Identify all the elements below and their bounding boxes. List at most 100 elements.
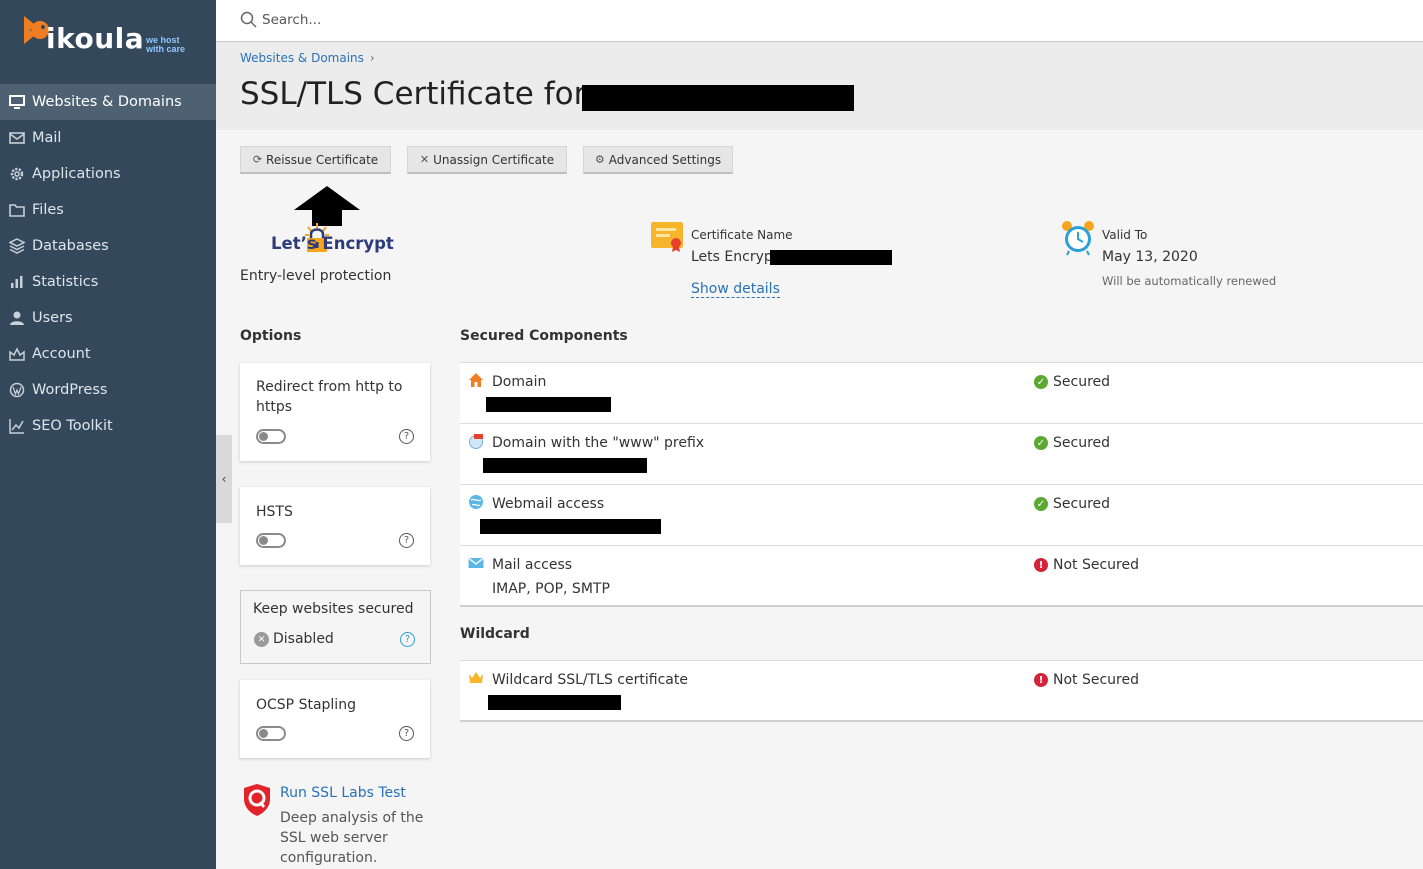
ocsp-option-card: OCSP Stapling ?: [240, 680, 430, 758]
status-badge: ✓ Secured: [1034, 435, 1110, 451]
show-details-link[interactable]: Show details: [691, 281, 780, 298]
sidebar-item-label: WordPress: [32, 382, 108, 398]
chevron-left-icon: ‹: [221, 472, 227, 486]
ocsp-toggle[interactable]: [256, 726, 286, 741]
component-label: Mail access: [492, 557, 573, 573]
search-input[interactable]: [262, 8, 762, 32]
status-badge: ✓ Secured: [1034, 496, 1110, 512]
run-ssl-labs-test-link[interactable]: Run SSL Labs Test: [280, 785, 406, 801]
redacted-value: [486, 397, 611, 412]
component-protocols: IMAP, POP, SMTP: [492, 581, 610, 597]
qualys-shield-icon: [244, 784, 270, 816]
monitor-icon: [8, 93, 26, 111]
hsts-toggle[interactable]: [256, 533, 286, 548]
status-badge: ! Not Secured: [1034, 557, 1139, 573]
sidebar-item-statistics[interactable]: Statistics: [0, 264, 216, 300]
sidebar-item-label: Files: [32, 202, 64, 218]
wordpress-icon: [8, 381, 26, 399]
status-badge: ! Not Secured: [1034, 672, 1139, 688]
logo-wordmark: ikoula: [46, 22, 145, 55]
page-header: Websites & Domains › SSL/TLS Certificate …: [216, 42, 1423, 130]
table-row: Wildcard SSL/TLS certificate ! Not Secure…: [460, 661, 1423, 722]
redirect-option-card: Redirect from http to https ?: [240, 363, 430, 461]
provider-name: Let’s Encrypt: [271, 234, 394, 253]
close-icon: ✕: [419, 153, 430, 166]
status-badge: ✓ Secured: [1034, 374, 1110, 390]
help-icon[interactable]: ?: [399, 726, 414, 741]
mail-icon: [8, 129, 26, 147]
help-icon[interactable]: ?: [399, 429, 414, 444]
database-icon: [8, 237, 26, 255]
error-circle-icon: !: [1034, 673, 1048, 687]
sidebar-nav: Websites & Domains Mail Applications Fil…: [0, 84, 216, 444]
help-icon[interactable]: ?: [400, 632, 415, 647]
sidebar-item-label: Mail: [32, 130, 62, 146]
protection-level: Entry-level protection: [240, 268, 392, 284]
redacted-certificate-name: [770, 250, 892, 265]
sidebar-item-seo-toolkit[interactable]: SEO Toolkit: [0, 408, 216, 444]
reissue-certificate-button[interactable]: ⟳ Reissue Certificate: [240, 146, 391, 174]
sidebar-item-files[interactable]: Files: [0, 192, 216, 228]
wildcard-table: Wildcard SSL/TLS certificate ! Not Secure…: [460, 660, 1423, 722]
home-icon: [469, 373, 483, 387]
redirect-toggle[interactable]: [256, 429, 286, 444]
sidebar-item-label: Websites & Domains: [32, 94, 182, 110]
unassign-certificate-button[interactable]: ✕ Unassign Certificate: [407, 146, 567, 174]
table-row: Webmail access ✓ Secured: [460, 485, 1423, 546]
redirect-label: Redirect from http to https: [256, 379, 403, 415]
sidebar-item-label: Account: [32, 346, 91, 362]
valid-to-label: Valid To: [1102, 228, 1148, 242]
breadcrumb-link-websites-domains[interactable]: Websites & Domains: [240, 51, 364, 65]
certificate-icon: [651, 222, 683, 252]
certificate-name-label: Certificate Name: [691, 228, 793, 242]
sidebar-item-mail[interactable]: Mail: [0, 120, 216, 156]
sidebar-item-wordpress[interactable]: WordPress: [0, 372, 216, 408]
certificate-name-value: Lets Encrypt: [691, 249, 779, 265]
sidebar-item-label: Statistics: [32, 274, 99, 290]
ocsp-label: OCSP Stapling: [256, 697, 356, 713]
help-icon[interactable]: ?: [399, 533, 414, 548]
sidebar-item-account[interactable]: Account: [0, 336, 216, 372]
hsts-label: HSTS: [256, 504, 293, 520]
page-title: SSL/TLS Certificate for: [240, 76, 587, 112]
envelope-icon: [468, 557, 484, 568]
sidebar-collapse-handle[interactable]: ‹: [216, 435, 232, 523]
wildcard-heading: Wildcard: [460, 626, 530, 642]
folder-icon: [8, 201, 26, 219]
keep-secured-label: Keep websites secured: [253, 601, 414, 617]
table-row: Mail access IMAP, POP, SMTP ! Not Secured: [460, 546, 1423, 607]
valid-to-date: May 13, 2020: [1102, 249, 1198, 265]
options-heading: Options: [240, 328, 302, 344]
error-circle-icon: !: [1034, 558, 1048, 572]
ikoula-logo[interactable]: ikoula we host with care: [20, 10, 200, 60]
crown-icon: [469, 672, 483, 683]
keep-secured-status: Disabled: [273, 631, 334, 647]
component-label: Domain: [492, 374, 547, 390]
keep-websites-secured-card: Keep websites secured ✕ Disabled ?: [240, 590, 431, 664]
component-label: Wildcard SSL/TLS certificate: [492, 672, 688, 688]
redacted-value: [488, 695, 621, 710]
webmail-globe-icon: [469, 495, 483, 509]
advanced-settings-button[interactable]: ⚙ Advanced Settings: [583, 146, 733, 174]
sidebar-item-databases[interactable]: Databases: [0, 228, 216, 264]
top-bar: [216, 0, 1423, 42]
check-circle-icon: ✓: [1034, 436, 1048, 450]
sidebar-item-applications[interactable]: Applications: [0, 156, 216, 192]
search-icon: [240, 11, 257, 28]
alarm-clock-icon: [1062, 221, 1094, 256]
sidebar-item-users[interactable]: Users: [0, 300, 216, 336]
component-label: Webmail access: [492, 496, 605, 512]
table-row: Domain with the "www" prefix ✓ Secured: [460, 424, 1423, 485]
gear-icon: [8, 165, 26, 183]
redacted-value: [480, 519, 661, 534]
breadcrumb-separator: ›: [369, 51, 375, 65]
sidebar-item-websites-domains[interactable]: Websites & Domains: [0, 84, 216, 120]
seo-chart-icon: [8, 417, 26, 435]
check-circle-icon: ✓: [1034, 497, 1048, 511]
breadcrumb: Websites & Domains ›: [240, 51, 375, 65]
secured-components-table: Domain ✓ Secured Domain with the "www" pr…: [460, 362, 1423, 607]
redacted-domain: [582, 85, 854, 111]
disabled-x-icon: ✕: [254, 632, 269, 647]
user-icon: [8, 309, 26, 327]
www-globe-icon: [469, 434, 483, 449]
